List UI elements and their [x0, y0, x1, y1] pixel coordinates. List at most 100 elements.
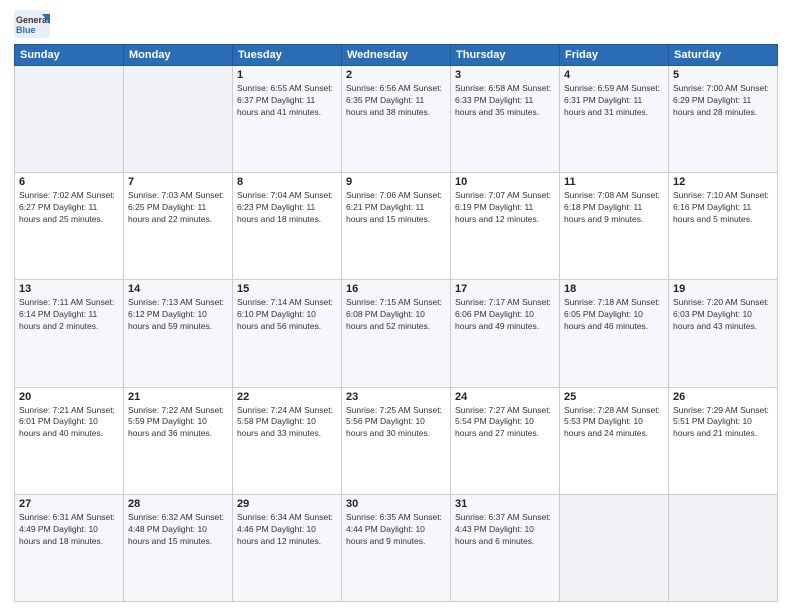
day-info: Sunrise: 6:35 AM Sunset: 4:44 PM Dayligh… — [346, 512, 446, 548]
calendar-week-row: 20 Sunrise: 7:21 AM Sunset: 6:01 PM Dayli… — [15, 387, 778, 494]
day-number: 13 — [19, 283, 119, 295]
calendar-cell: 19 Sunrise: 7:20 AM Sunset: 6:03 PM Dayli… — [669, 280, 778, 387]
day-number: 26 — [673, 391, 773, 403]
calendar-table: SundayMondayTuesdayWednesdayThursdayFrid… — [14, 44, 778, 602]
day-number: 25 — [564, 391, 664, 403]
day-info: Sunrise: 7:28 AM Sunset: 5:53 PM Dayligh… — [564, 405, 664, 441]
calendar-week-row: 6Sunrise: 7:02 AM Sunset: 6:27 PM Daylig… — [15, 173, 778, 280]
calendar-cell: 17 Sunrise: 7:17 AM Sunset: 6:06 PM Dayli… — [451, 280, 560, 387]
calendar-cell: 9 Sunrise: 7:06 AM Sunset: 6:21 PM Daylig… — [342, 173, 451, 280]
calendar-cell: 27Sunrise: 6:31 AM Sunset: 4:49 PM Dayli… — [15, 494, 124, 601]
calendar-day-header: Thursday — [451, 45, 560, 66]
day-number: 16 — [346, 283, 446, 295]
calendar-cell: 6Sunrise: 7:02 AM Sunset: 6:27 PM Daylig… — [15, 173, 124, 280]
day-info: Sunrise: 7:13 AM Sunset: 6:12 PM Dayligh… — [128, 297, 228, 333]
day-number: 10 — [455, 176, 555, 188]
calendar-cell: 18 Sunrise: 7:18 AM Sunset: 6:05 PM Dayli… — [560, 280, 669, 387]
calendar-cell: 25 Sunrise: 7:28 AM Sunset: 5:53 PM Dayli… — [560, 387, 669, 494]
day-info: Sunrise: 6:55 AM Sunset: 6:37 PM Dayligh… — [237, 83, 337, 119]
calendar-day-header: Sunday — [15, 45, 124, 66]
day-info: Sunrise: 7:04 AM Sunset: 6:23 PM Dayligh… — [237, 190, 337, 226]
day-info: Sunrise: 7:03 AM Sunset: 6:25 PM Dayligh… — [128, 190, 228, 226]
day-number: 22 — [237, 391, 337, 403]
calendar-day-header: Tuesday — [233, 45, 342, 66]
day-info: Sunrise: 7:08 AM Sunset: 6:18 PM Dayligh… — [564, 190, 664, 226]
logo-icon: General Blue — [14, 10, 50, 38]
calendar-week-row: 27Sunrise: 6:31 AM Sunset: 4:49 PM Dayli… — [15, 494, 778, 601]
logo: General Blue — [14, 10, 50, 38]
calendar-cell — [560, 494, 669, 601]
calendar-cell: 10 Sunrise: 7:07 AM Sunset: 6:19 PM Dayli… — [451, 173, 560, 280]
day-number: 19 — [673, 283, 773, 295]
day-info: Sunrise: 7:10 AM Sunset: 6:16 PM Dayligh… — [673, 190, 773, 226]
calendar-day-header: Wednesday — [342, 45, 451, 66]
svg-text:Blue: Blue — [16, 25, 36, 35]
day-number: 3 — [455, 69, 555, 81]
day-number: 5 — [673, 69, 773, 81]
calendar-cell: 20 Sunrise: 7:21 AM Sunset: 6:01 PM Dayli… — [15, 387, 124, 494]
day-info: Sunrise: 7:20 AM Sunset: 6:03 PM Dayligh… — [673, 297, 773, 333]
calendar-cell: 21Sunrise: 7:22 AM Sunset: 5:59 PM Dayli… — [124, 387, 233, 494]
calendar-header-row: SundayMondayTuesdayWednesdayThursdayFrid… — [15, 45, 778, 66]
day-info: Sunrise: 6:32 AM Sunset: 4:48 PM Dayligh… — [128, 512, 228, 548]
day-info: Sunrise: 7:25 AM Sunset: 5:56 PM Dayligh… — [346, 405, 446, 441]
day-info: Sunrise: 7:07 AM Sunset: 6:19 PM Dayligh… — [455, 190, 555, 226]
calendar-day-header: Saturday — [669, 45, 778, 66]
calendar-cell: 30 Sunrise: 6:35 AM Sunset: 4:44 PM Dayli… — [342, 494, 451, 601]
day-number: 18 — [564, 283, 664, 295]
calendar-week-row: 1 Sunrise: 6:55 AM Sunset: 6:37 PM Daylig… — [15, 66, 778, 173]
calendar-cell: 26Sunrise: 7:29 AM Sunset: 5:51 PM Dayli… — [669, 387, 778, 494]
day-info: Sunrise: 7:21 AM Sunset: 6:01 PM Dayligh… — [19, 405, 119, 441]
calendar-cell — [15, 66, 124, 173]
day-number: 30 — [346, 498, 446, 510]
header: General Blue — [14, 10, 778, 38]
calendar-cell: 7 Sunrise: 7:03 AM Sunset: 6:25 PM Daylig… — [124, 173, 233, 280]
day-info: Sunrise: 7:15 AM Sunset: 6:08 PM Dayligh… — [346, 297, 446, 333]
day-number: 7 — [128, 176, 228, 188]
day-info: Sunrise: 6:34 AM Sunset: 4:46 PM Dayligh… — [237, 512, 337, 548]
calendar-cell — [124, 66, 233, 173]
day-number: 20 — [19, 391, 119, 403]
calendar-cell: 5Sunrise: 7:00 AM Sunset: 6:29 PM Daylig… — [669, 66, 778, 173]
day-info: Sunrise: 7:11 AM Sunset: 6:14 PM Dayligh… — [19, 297, 119, 333]
day-number: 15 — [237, 283, 337, 295]
day-info: Sunrise: 7:27 AM Sunset: 5:54 PM Dayligh… — [455, 405, 555, 441]
day-number: 4 — [564, 69, 664, 81]
day-info: Sunrise: 6:58 AM Sunset: 6:33 PM Dayligh… — [455, 83, 555, 119]
day-number: 2 — [346, 69, 446, 81]
day-number: 23 — [346, 391, 446, 403]
day-number: 12 — [673, 176, 773, 188]
calendar-cell: 14 Sunrise: 7:13 AM Sunset: 6:12 PM Dayli… — [124, 280, 233, 387]
day-info: Sunrise: 7:18 AM Sunset: 6:05 PM Dayligh… — [564, 297, 664, 333]
day-info: Sunrise: 7:17 AM Sunset: 6:06 PM Dayligh… — [455, 297, 555, 333]
day-info: Sunrise: 6:56 AM Sunset: 6:35 PM Dayligh… — [346, 83, 446, 119]
calendar-cell: 8 Sunrise: 7:04 AM Sunset: 6:23 PM Daylig… — [233, 173, 342, 280]
calendar-cell: 2 Sunrise: 6:56 AM Sunset: 6:35 PM Daylig… — [342, 66, 451, 173]
day-number: 11 — [564, 176, 664, 188]
day-number: 14 — [128, 283, 228, 295]
calendar-cell: 12 Sunrise: 7:10 AM Sunset: 6:16 PM Dayli… — [669, 173, 778, 280]
day-number: 17 — [455, 283, 555, 295]
day-number: 31 — [455, 498, 555, 510]
day-info: Sunrise: 7:06 AM Sunset: 6:21 PM Dayligh… — [346, 190, 446, 226]
calendar-cell: 24 Sunrise: 7:27 AM Sunset: 5:54 PM Dayli… — [451, 387, 560, 494]
day-number: 27 — [19, 498, 119, 510]
calendar-cell: 28Sunrise: 6:32 AM Sunset: 4:48 PM Dayli… — [124, 494, 233, 601]
calendar-day-header: Monday — [124, 45, 233, 66]
day-info: Sunrise: 6:37 AM Sunset: 4:43 PM Dayligh… — [455, 512, 555, 548]
day-number: 9 — [346, 176, 446, 188]
calendar-cell: 1 Sunrise: 6:55 AM Sunset: 6:37 PM Daylig… — [233, 66, 342, 173]
day-info: Sunrise: 6:59 AM Sunset: 6:31 PM Dayligh… — [564, 83, 664, 119]
day-info: Sunrise: 7:22 AM Sunset: 5:59 PM Dayligh… — [128, 405, 228, 441]
day-number: 29 — [237, 498, 337, 510]
day-number: 24 — [455, 391, 555, 403]
calendar-cell: 11 Sunrise: 7:08 AM Sunset: 6:18 PM Dayli… — [560, 173, 669, 280]
calendar-cell: 23 Sunrise: 7:25 AM Sunset: 5:56 PM Dayli… — [342, 387, 451, 494]
calendar-cell: 4 Sunrise: 6:59 AM Sunset: 6:31 PM Daylig… — [560, 66, 669, 173]
day-number: 1 — [237, 69, 337, 81]
calendar-cell: 31 Sunrise: 6:37 AM Sunset: 4:43 PM Dayli… — [451, 494, 560, 601]
day-number: 8 — [237, 176, 337, 188]
calendar-cell — [669, 494, 778, 601]
calendar-cell: 3 Sunrise: 6:58 AM Sunset: 6:33 PM Daylig… — [451, 66, 560, 173]
day-info: Sunrise: 7:24 AM Sunset: 5:58 PM Dayligh… — [237, 405, 337, 441]
